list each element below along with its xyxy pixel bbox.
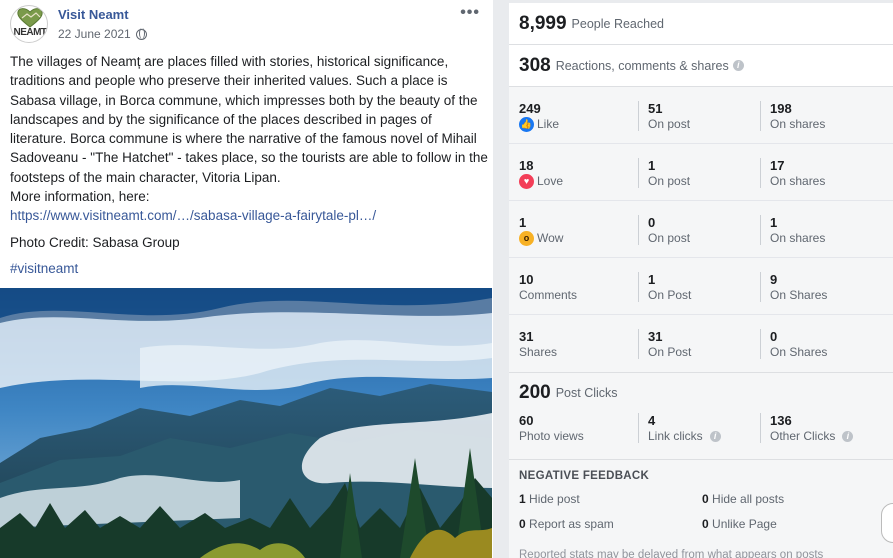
hide-all-posts-stat: 0 Hide all posts: [702, 491, 892, 508]
post-link[interactable]: https://www.visitneamt.com/…/sabasa-vill…: [10, 208, 376, 223]
landscape-photo: [0, 288, 492, 558]
post-card: NEAMT Visit Neamt 22 June 2021 ••• The v…: [0, 0, 493, 558]
shares-on-post-label: On Post: [648, 345, 692, 359]
comments-on-shares-label: On Shares: [770, 288, 828, 302]
like-on-post-count: 51: [648, 101, 663, 116]
stat-row-comments: 10 Comments 1 On Post 9 On Shares: [509, 258, 893, 315]
post-date[interactable]: 22 June 2021: [58, 27, 147, 41]
unlike-page-label: Unlike Page: [712, 517, 777, 531]
post-clicks-label: Post Clicks: [555, 386, 618, 400]
shares-on-post-count: 31: [648, 329, 663, 344]
more-info-text: More information, here:: [10, 189, 150, 205]
info-icon[interactable]: i: [842, 430, 854, 442]
avatar[interactable]: NEAMT: [10, 5, 48, 43]
wow-on-post-label: On post: [648, 231, 691, 245]
unlike-page-count: 0: [702, 517, 709, 531]
post-photo[interactable]: [0, 288, 492, 558]
post-clicks-summary: 200 Post Clicks: [509, 373, 893, 413]
comments-on-post-count: 1: [648, 272, 656, 287]
logo-text: NEAMT: [13, 27, 47, 38]
page-name-link[interactable]: Visit Neamt: [58, 7, 129, 22]
hide-all-posts-count: 0: [702, 492, 709, 506]
report-spam-label: Report as spam: [529, 517, 614, 531]
scroll-handle[interactable]: [881, 503, 893, 543]
shares-on-shares-label: On Shares: [770, 345, 828, 359]
comments-on-post-label: On Post: [648, 288, 692, 302]
more-dots-icon[interactable]: •••: [460, 4, 480, 22]
love-icon: ♥: [519, 173, 534, 189]
info-icon[interactable]: i: [709, 430, 721, 442]
globe-icon: [135, 28, 147, 40]
stat-row-love: 18 ♥ Love 1 On post 17 On shares: [509, 144, 893, 201]
engagement-breakdown: 249 👍 Like 51 On post 198 On shares 18 ♥ Lov…: [509, 87, 893, 373]
hide-post-label: Hide post: [529, 492, 580, 506]
post-header: NEAMT Visit Neamt 22 June 2021 •••: [10, 3, 490, 47]
shares-label: Shares: [519, 345, 558, 359]
hashtag-link[interactable]: #visitneamt: [10, 259, 488, 278]
shares-on-shares-count: 0: [770, 329, 778, 344]
wow-icon: o: [519, 230, 534, 246]
photo-views-count: 60: [519, 413, 534, 428]
other-clicks-count: 136: [770, 413, 792, 428]
love-on-shares-label: On shares: [770, 174, 826, 188]
link-clicks-label: Link clicks: [648, 429, 703, 443]
like-on-shares-label: On shares: [770, 117, 826, 131]
stats-footnote: Reported stats may be delayed from what …: [519, 549, 824, 558]
wow-on-shares-count: 1: [770, 215, 778, 230]
heart-logo-icon: [17, 8, 43, 28]
comments-count: 10: [519, 272, 534, 287]
like-label: Like: [537, 117, 560, 131]
wow-count: 1: [519, 215, 527, 230]
people-reached-label: People Reached: [571, 16, 664, 31]
hide-all-posts-label: Hide all posts: [712, 492, 785, 506]
comments-label: Comments: [519, 288, 578, 302]
hide-post-stat: 1 Hide post: [519, 491, 702, 508]
wow-label: Wow: [537, 231, 564, 245]
report-spam-count: 0: [519, 517, 526, 531]
post-insights-panel: 8,999 People Reached 308 Reactions, comm…: [509, 3, 893, 558]
stat-row-wow: 1 o Wow 0 On post 1 On shares: [509, 201, 893, 258]
love-on-shares-count: 17: [770, 158, 785, 173]
report-spam-stat: 0 Report as spam: [519, 516, 702, 533]
like-on-shares-count: 198: [770, 101, 792, 116]
like-icon: 👍: [519, 116, 534, 132]
wow-on-shares-label: On shares: [770, 231, 826, 245]
post-text: The villages of Neamț are places filled …: [10, 54, 488, 185]
post-clicks-count: 200: [519, 382, 551, 403]
reactions-count: 308: [519, 54, 551, 76]
negative-feedback: NEGATIVE FEEDBACK 1 Hide post 0 Hide all…: [509, 460, 893, 533]
clicks-breakdown: 60 Photo views 4 Link clicks i 136 Other C…: [509, 413, 893, 460]
people-reached: 8,999 People Reached: [509, 3, 893, 45]
photo-credit: Photo Credit: Sabasa Group: [10, 234, 180, 250]
stat-row-like: 249 👍 Like 51 On post 198 On shares: [509, 87, 893, 144]
link-clicks-count: 4: [648, 413, 656, 428]
stat-row-shares: 31 Shares 31 On Post 0 On Shares: [509, 315, 893, 372]
reactions-summary: 308 Reactions, comments & shares i: [509, 45, 893, 87]
post-body: The villages of Neamț are places filled …: [10, 52, 488, 278]
comments-on-shares-count: 9: [770, 272, 778, 287]
shares-count: 31: [519, 329, 534, 344]
post-date-text: 22 June 2021: [58, 27, 131, 41]
love-on-post-count: 1: [648, 158, 656, 173]
love-on-post-label: On post: [648, 174, 691, 188]
info-icon[interactable]: i: [732, 60, 744, 71]
other-clicks-label: Other Clicks: [770, 429, 836, 443]
reactions-label: Reactions, comments & shares: [555, 58, 729, 73]
love-count: 18: [519, 158, 534, 173]
like-count: 249: [519, 101, 541, 116]
hide-post-count: 1: [519, 492, 526, 506]
unlike-page-stat: 0 Unlike Page: [702, 516, 892, 533]
love-label: Love: [537, 174, 564, 188]
negative-feedback-title: NEGATIVE FEEDBACK: [519, 470, 650, 482]
like-on-post-label: On post: [648, 117, 691, 131]
wow-on-post-count: 0: [648, 215, 656, 230]
people-reached-count: 8,999: [519, 12, 567, 34]
photo-views-label: Photo views: [519, 429, 584, 443]
